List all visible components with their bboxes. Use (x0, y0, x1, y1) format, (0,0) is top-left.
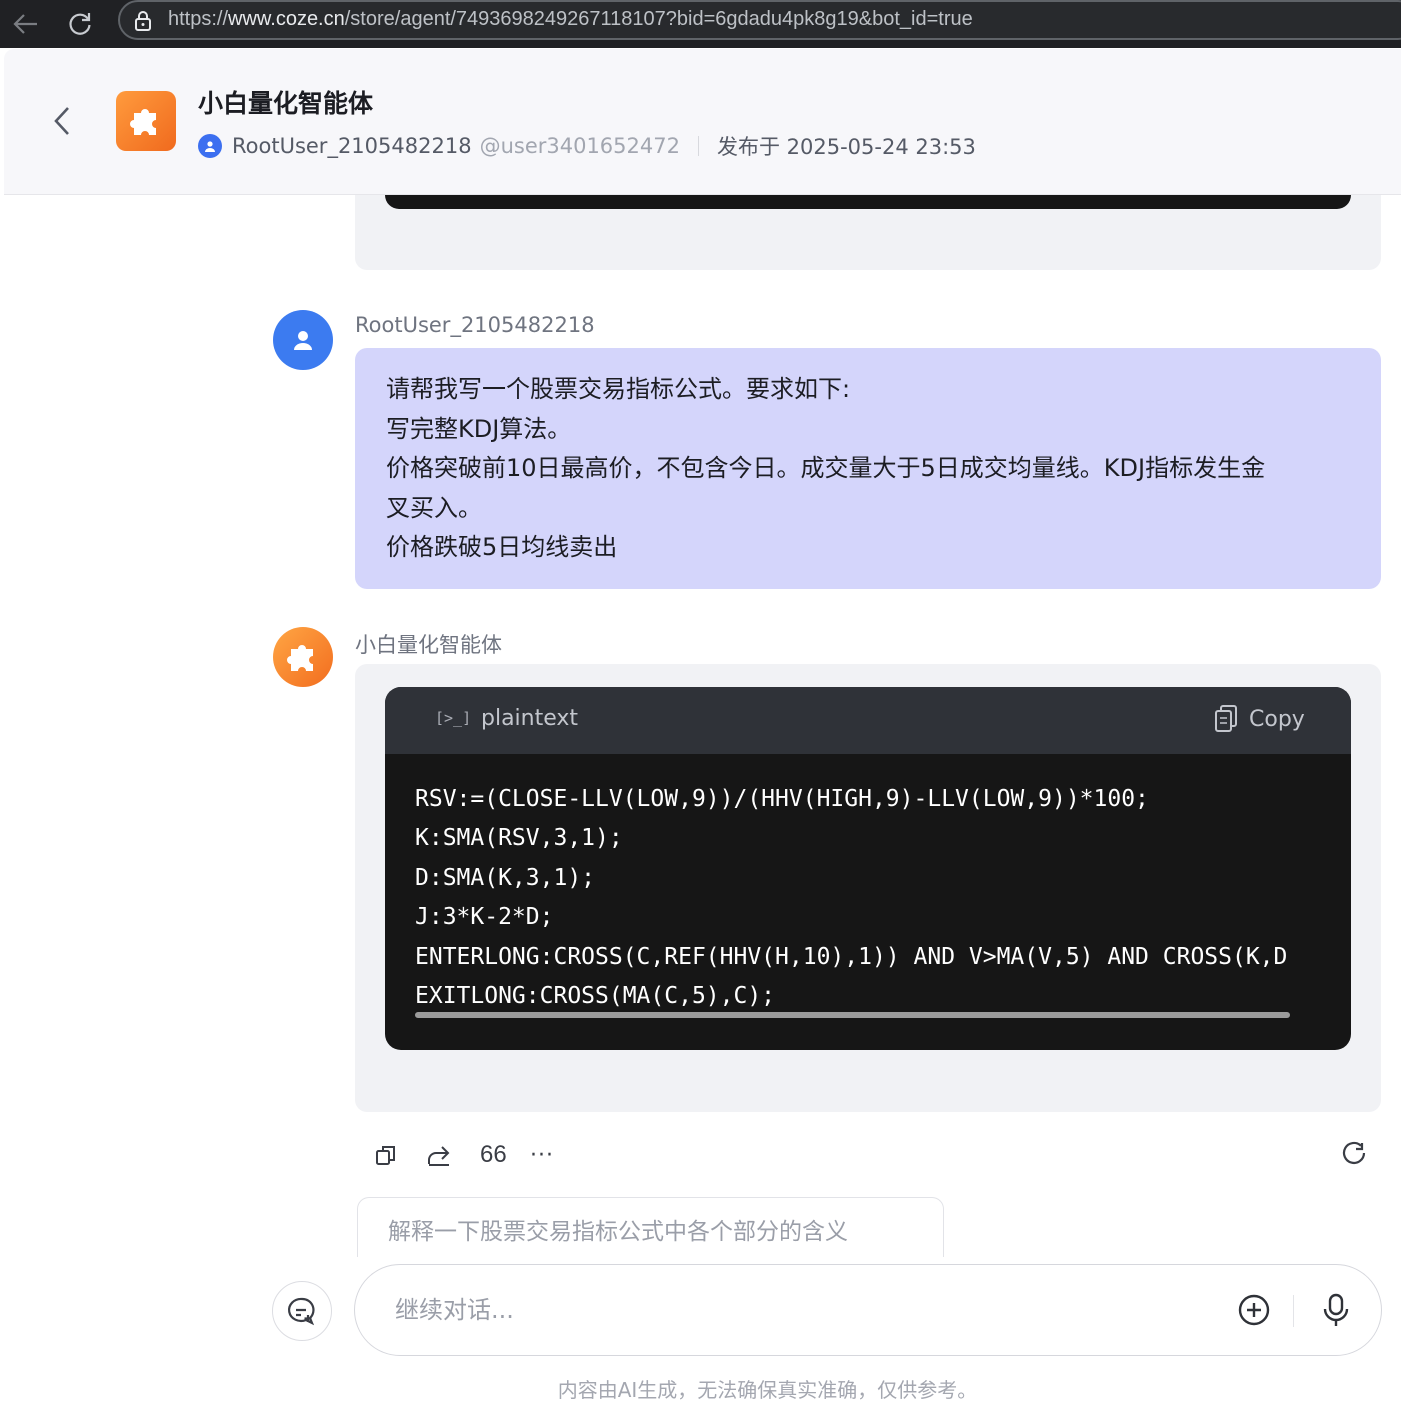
message-line: 写完整KDJ算法。 (386, 414, 572, 443)
author-handle: @user3401652472 (479, 134, 680, 158)
suggested-question-text: 解释一下股票交易指标公式中各个部分的含义 (388, 1219, 848, 1245)
bot-message-card: [>_] plaintext Copy RSV:=(CLOSE-LLV(LOW,… (355, 664, 1381, 1112)
browser-reload-button[interactable] (62, 6, 98, 42)
chevron-left-icon (54, 107, 69, 135)
previous-bot-message (355, 195, 1381, 270)
code-line: RSV:=(CLOSE-LLV(LOW,9))/(HHV(HIGH,9)-LLV… (415, 786, 1149, 812)
share-button[interactable] (426, 1139, 452, 1171)
quote-button[interactable]: 66 (480, 1139, 507, 1171)
copy-code-button[interactable]: Copy (1213, 704, 1305, 734)
author-avatar (198, 134, 222, 158)
code-line: EXITLONG:CROSS(MA(C,5),C); (415, 983, 776, 1010)
message-line: 请帮我写一个股票交易指标公式。要求如下: (386, 375, 851, 403)
code-horizontal-scrollbar[interactable] (415, 1012, 1290, 1018)
author-name[interactable]: RootUser_2105482218 (232, 134, 472, 158)
copy-icon (376, 1146, 395, 1165)
message-actions: 66 ··· (370, 1139, 1385, 1171)
message-line: 价格跌破5日均线卖出 (386, 533, 618, 561)
agent-header: 小白量化智能体 RootUser_2105482218 @user3401652… (4, 49, 1401, 195)
previous-code-block (385, 195, 1351, 209)
ai-disclaimer: 内容由AI生成，无法确保真实准确，仅供参考。 (557, 1378, 978, 1402)
regenerate-button[interactable] (1340, 1139, 1368, 1171)
code-line: D:SMA(K,3,1); (415, 864, 596, 891)
copy-label: Copy (1249, 706, 1305, 732)
copy-message-button[interactable] (374, 1139, 398, 1171)
browser-back-button[interactable] (8, 6, 44, 42)
clipboard-icon (1215, 705, 1237, 732)
user-icon (294, 331, 312, 350)
reload-icon (69, 13, 91, 35)
plus-circle-icon (1238, 1294, 1270, 1326)
suggested-question[interactable]: 解释一下股票交易指标公式中各个部分的含义 (357, 1197, 944, 1257)
code-block: [>_] plaintext Copy RSV:=(CLOSE-LLV(LOW,… (385, 687, 1351, 1050)
url-text: https://www.coze.cn/store/agent/74936982… (168, 8, 973, 30)
app-window: 小白量化智能体 RootUser_2105482218 @user3401652… (4, 49, 1401, 1413)
bot-sender-name: 小白量化智能体 (355, 633, 502, 657)
message-line: 叉买入。 (386, 493, 482, 522)
back-button[interactable] (48, 101, 76, 141)
code-line: ENTERLONG:CROSS(C,REF(HHV(H,10),1)) AND … (415, 943, 1288, 970)
bot-avatar (116, 91, 176, 151)
bot-message-avatar (273, 627, 333, 687)
code-language: plaintext (481, 706, 579, 731)
user-message-bubble: 请帮我写一个股票交易指标公式。要求如下: 写完整KDJ算法。 价格突破前10日最… (355, 348, 1381, 589)
attach-button[interactable] (1237, 1293, 1271, 1331)
meta-divider (697, 136, 699, 156)
code-line: K:SMA(RSV,3,1); (415, 825, 623, 852)
new-chat-icon (287, 1297, 315, 1326)
chat-input[interactable] (395, 1289, 1195, 1331)
terminal-icon: [>_] (435, 709, 472, 727)
puzzle-icon (287, 645, 313, 671)
user-sender-name: RootUser_2105482218 (355, 313, 595, 337)
puzzle-icon (130, 109, 156, 135)
bot-title: 小白量化智能体 (198, 89, 374, 118)
share-icon (428, 1146, 450, 1166)
code-line: J:3*K-2*D; (415, 904, 554, 931)
publish-date: 发布于 2025-05-24 23:53 (716, 135, 976, 159)
more-button[interactable]: ··· (530, 1139, 554, 1171)
user-avatar (273, 310, 333, 370)
input-divider (1293, 1295, 1294, 1327)
chat-input-box (354, 1264, 1382, 1356)
site-info-icon[interactable] (132, 10, 154, 32)
arrow-left-icon (13, 14, 37, 34)
code-content[interactable]: RSV:=(CLOSE-LLV(LOW,9))/(HHV(HIGH,9)-LLV… (415, 780, 1321, 1016)
address-bar[interactable]: https://www.coze.cn/store/agent/74936982… (118, 0, 1401, 40)
agent-meta: RootUser_2105482218 @user3401652472 发布于 … (198, 131, 976, 161)
new-conversation-button[interactable] (272, 1281, 332, 1341)
user-icon (205, 141, 215, 152)
microphone-icon (1323, 1293, 1349, 1326)
regenerate-icon (1342, 1141, 1366, 1165)
voice-input-button[interactable] (1321, 1292, 1351, 1332)
message-line: 价格突破前10日最高价，不包含今日。成交量大于5日成交均量线。KDJ指标发生金 (386, 454, 1266, 482)
browser-toolbar: https://www.coze.cn/store/agent/74936982… (0, 0, 1401, 48)
code-block-header: [>_] plaintext Copy (385, 687, 1351, 754)
